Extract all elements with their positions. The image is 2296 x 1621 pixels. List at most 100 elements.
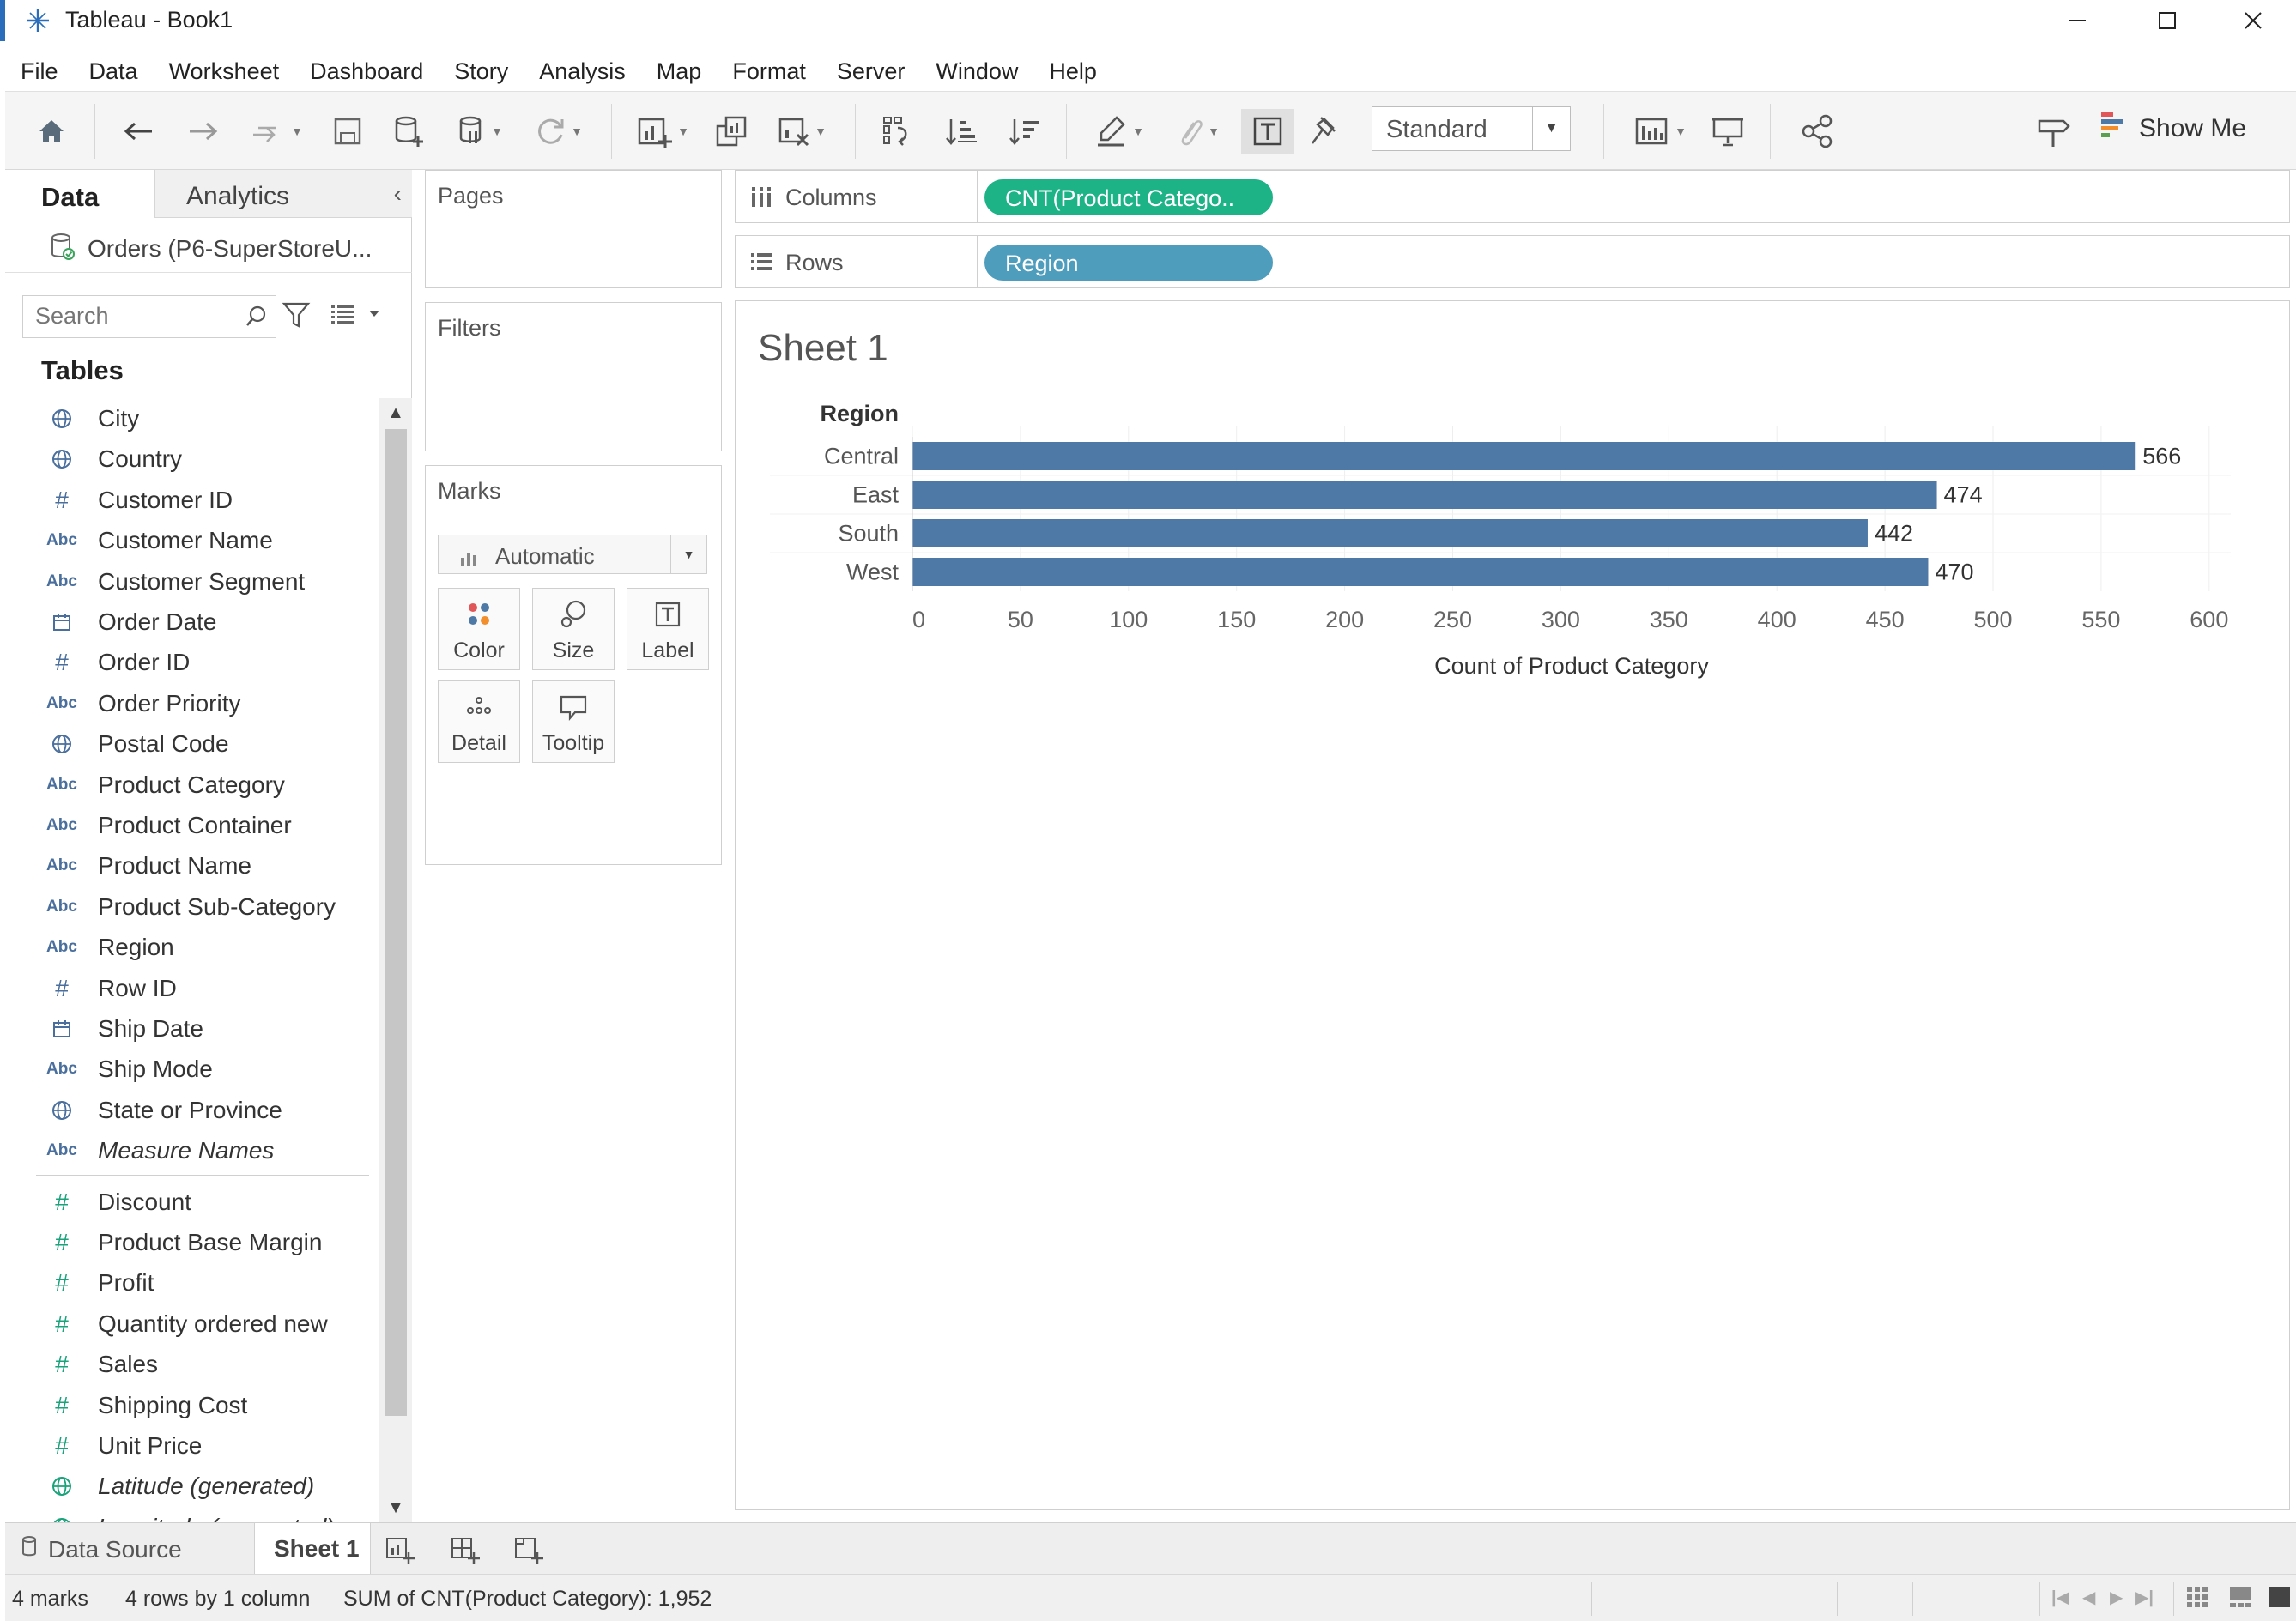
maximize-button[interactable] [2124, 0, 2210, 41]
scroll-up-icon[interactable]: ▲ [379, 398, 412, 427]
clear-sheet-icon[interactable]: ▼ [767, 109, 836, 154]
sort-ascending-icon[interactable] [937, 109, 985, 154]
field-item[interactable]: # Discount [5, 1182, 379, 1221]
view-options-icon[interactable] [330, 302, 391, 332]
refresh-icon[interactable]: ▼ [524, 109, 592, 154]
save-icon[interactable] [326, 109, 369, 154]
field-item[interactable]: Abc Product Container [5, 805, 379, 844]
worksheet-view[interactable]: Sheet 1 Region Central 566 East 474 South 442 W… [735, 300, 2290, 1510]
field-item[interactable]: Abc Region [5, 927, 379, 966]
rows-shelf[interactable]: Rows Region [735, 235, 2290, 288]
presentation-size-icon[interactable]: ▼ [1626, 109, 1694, 154]
field-item[interactable]: Ship Date [5, 1008, 379, 1048]
menu-server[interactable]: Server [821, 53, 921, 89]
field-item[interactable]: Abc Customer Name [5, 520, 379, 559]
menu-story[interactable]: Story [439, 53, 524, 89]
sort-descending-icon[interactable] [1001, 109, 1049, 154]
replay-icon[interactable]: ▼ [242, 109, 311, 154]
fit-dropdown[interactable]: Standard ▼ [1372, 106, 1571, 151]
new-dashboard-tab-icon[interactable] [448, 1535, 482, 1564]
field-list-scrollbar[interactable]: ▲ ▼ [379, 398, 412, 1522]
datasource-name[interactable]: Orders (P6-SuperStoreU... [5, 225, 412, 273]
show-me-button[interactable]: Show Me [2099, 106, 2246, 151]
duplicate-sheet-icon[interactable] [707, 109, 755, 154]
columns-shelf[interactable]: Columns CNT(Product Catego.. [735, 170, 2290, 223]
scroll-down-icon[interactable]: ▼ [379, 1493, 412, 1522]
field-item[interactable]: # Product Base Margin [5, 1222, 379, 1261]
next-page-icon[interactable]: ▶ [2110, 1587, 2123, 1608]
new-worksheet-tab-icon[interactable] [383, 1535, 417, 1564]
columns-pill[interactable]: CNT(Product Catego.. [984, 179, 1273, 215]
field-item[interactable]: # Sales [5, 1344, 379, 1383]
show-mark-labels-icon[interactable] [1241, 109, 1294, 154]
field-item[interactable]: # Quantity ordered new [5, 1303, 379, 1343]
field-item[interactable]: Abc Customer Segment [5, 561, 379, 601]
redo-icon[interactable] [182, 109, 225, 154]
new-story-tab-icon[interactable] [512, 1535, 546, 1564]
label-button[interactable]: Label [627, 588, 709, 670]
field-item[interactable]: Abc Product Name [5, 845, 379, 885]
bar[interactable] [912, 519, 1868, 547]
bar[interactable] [912, 442, 2136, 470]
menu-dashboard[interactable]: Dashboard [294, 53, 439, 89]
presentation-mode-icon[interactable] [1706, 109, 1749, 154]
close-button[interactable] [2210, 0, 2296, 41]
swap-rows-columns-icon[interactable] [874, 109, 922, 154]
menu-file[interactable]: File [5, 53, 74, 89]
field-item[interactable]: Abc Product Category [5, 765, 379, 804]
size-button[interactable]: Size [532, 588, 615, 670]
field-item[interactable]: Country [5, 439, 379, 478]
field-item[interactable]: # Order ID [5, 642, 379, 681]
minimize-button-2[interactable] [2034, 0, 2120, 41]
pause-updates-icon[interactable]: ▼ [450, 109, 510, 154]
tab-analytics[interactable]: Analytics ‹ [154, 170, 412, 218]
menu-data[interactable]: Data [74, 53, 154, 89]
last-page-icon[interactable]: ▶| [2135, 1587, 2154, 1608]
detail-button[interactable]: Detail [438, 680, 520, 763]
home-icon[interactable] [31, 109, 72, 154]
grid-view-icon[interactable] [2185, 1585, 2209, 1615]
filter-icon[interactable] [282, 300, 311, 334]
field-item[interactable]: Abc Ship Mode [5, 1049, 379, 1088]
field-item[interactable]: # Profit [5, 1262, 379, 1302]
highlight-icon[interactable]: ▼ [1085, 109, 1154, 154]
collapse-pane-icon[interactable]: ‹ [394, 180, 402, 208]
field-item[interactable]: Latitude (generated) [5, 1466, 379, 1505]
data-source-tab[interactable]: Data Source [21, 1535, 182, 1564]
field-item[interactable]: # Customer ID [5, 480, 379, 519]
field-item[interactable]: # Row ID [5, 968, 379, 1007]
group-members-icon[interactable]: ▼ [1162, 109, 1231, 154]
field-item[interactable]: Longitude (generated) [5, 1507, 379, 1522]
first-page-icon[interactable]: |◀ [2051, 1587, 2069, 1608]
color-button[interactable]: Color [438, 588, 520, 670]
search-input[interactable] [23, 296, 229, 336]
sheet1-tab[interactable]: Sheet 1 [254, 1523, 371, 1575]
new-datasource-icon[interactable] [388, 109, 431, 154]
menu-worksheet[interactable]: Worksheet [154, 53, 295, 89]
new-worksheet-icon[interactable]: ▼ [628, 109, 697, 154]
menu-map[interactable]: Map [641, 53, 718, 89]
filters-card[interactable]: Filters [425, 302, 722, 451]
field-item[interactable]: Abc Measure Names [5, 1130, 379, 1170]
field-item[interactable]: Abc Order Priority [5, 683, 379, 723]
field-item[interactable]: City [5, 398, 379, 438]
menu-help[interactable]: Help [1033, 53, 1112, 89]
tooltip-signpost-icon[interactable] [2029, 109, 2077, 154]
bar[interactable] [912, 481, 1937, 509]
tabs-view-icon[interactable] [2268, 1585, 2292, 1615]
fix-axes-icon[interactable] [1303, 109, 1346, 154]
field-item[interactable]: Order Date [5, 602, 379, 641]
filmstrip-view-icon[interactable] [2228, 1585, 2252, 1615]
field-item[interactable]: Postal Code [5, 723, 379, 763]
field-item[interactable]: # Unit Price [5, 1425, 379, 1465]
menu-analysis[interactable]: Analysis [524, 53, 641, 89]
tab-data[interactable]: Data [5, 170, 154, 218]
share-icon[interactable] [1796, 109, 1839, 154]
undo-icon[interactable] [117, 109, 160, 154]
menu-format[interactable]: Format [717, 53, 821, 89]
tooltip-button[interactable]: Tooltip [532, 680, 615, 763]
pages-card[interactable]: Pages [425, 170, 722, 288]
mark-type-dropdown[interactable]: Automatic ▼ [438, 535, 707, 574]
menu-window[interactable]: Window [920, 53, 1033, 89]
field-item[interactable]: State or Province [5, 1090, 379, 1129]
